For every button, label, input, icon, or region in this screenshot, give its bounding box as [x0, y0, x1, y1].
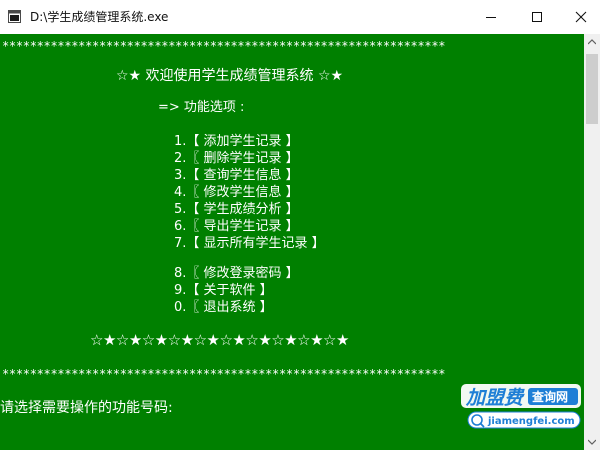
scroll-down-button[interactable] — [584, 434, 600, 450]
menu-item: 3.【 查询学生信息 】 — [174, 168, 299, 183]
vertical-scrollbar[interactable] — [584, 34, 600, 450]
menu-item: 0.〖 退出系统 】 — [174, 300, 273, 315]
menu-item: 5.【 学生成绩分析 】 — [174, 202, 299, 217]
watermark-logo: 加盟费 查询网 jiamengfei.com — [458, 382, 584, 434]
menu-item: 1.【 添加学生记录 】 — [174, 134, 299, 149]
console-app-icon — [8, 10, 21, 23]
border-bottom-line: ****************************************… — [2, 367, 446, 381]
menu-item: 9.【 关于软件 】 — [174, 283, 273, 298]
menu-item: 7.【 显示所有学生记录 】 — [174, 236, 325, 251]
watermark-tag-text: 查询网 — [531, 389, 568, 404]
welcome-line: ☆★ 欢迎使用学生成绩管理系统 ☆★ — [116, 68, 344, 84]
close-button[interactable] — [558, 0, 600, 34]
input-prompt: 请选择需要操作的功能号码: — [0, 400, 173, 416]
menu-item: 6.〖 导出学生记录 】 — [174, 219, 299, 234]
scroll-up-button[interactable] — [584, 34, 600, 50]
minimize-button[interactable] — [468, 0, 514, 34]
maximize-icon — [532, 12, 542, 22]
border-top-line: ****************************************… — [2, 39, 446, 53]
watermark-badge: 加盟费 查询网 jiamengfei.com — [461, 384, 581, 429]
menu-item: 2.〖 删除学生记录 】 — [174, 151, 299, 166]
menu-item: 8.〖 修改登录密码 】 — [174, 266, 299, 281]
minimize-icon — [486, 17, 496, 18]
watermark-brand-text: 加盟费 — [465, 387, 525, 409]
console-window: D:\学生成绩管理系统.exe ************************… — [0, 0, 600, 450]
watermark-url-text: jiamengfei.com — [487, 416, 575, 427]
scrollbar-thumb[interactable] — [586, 54, 598, 124]
chevron-up-icon — [588, 39, 596, 45]
close-icon — [575, 11, 587, 23]
menu-header: => 功能选项 : — [158, 100, 245, 115]
maximize-button[interactable] — [514, 0, 560, 34]
title-bar[interactable]: D:\学生成绩管理系统.exe — [0, 0, 600, 35]
star-decoration-line: ☆★☆★☆★☆★☆★☆★☆★☆★☆★☆★ — [90, 331, 349, 349]
window-title: D:\学生成绩管理系统.exe — [30, 10, 169, 24]
chevron-down-icon — [588, 439, 596, 445]
menu-item: 4.〖 修改学生信息 】 — [174, 185, 299, 200]
